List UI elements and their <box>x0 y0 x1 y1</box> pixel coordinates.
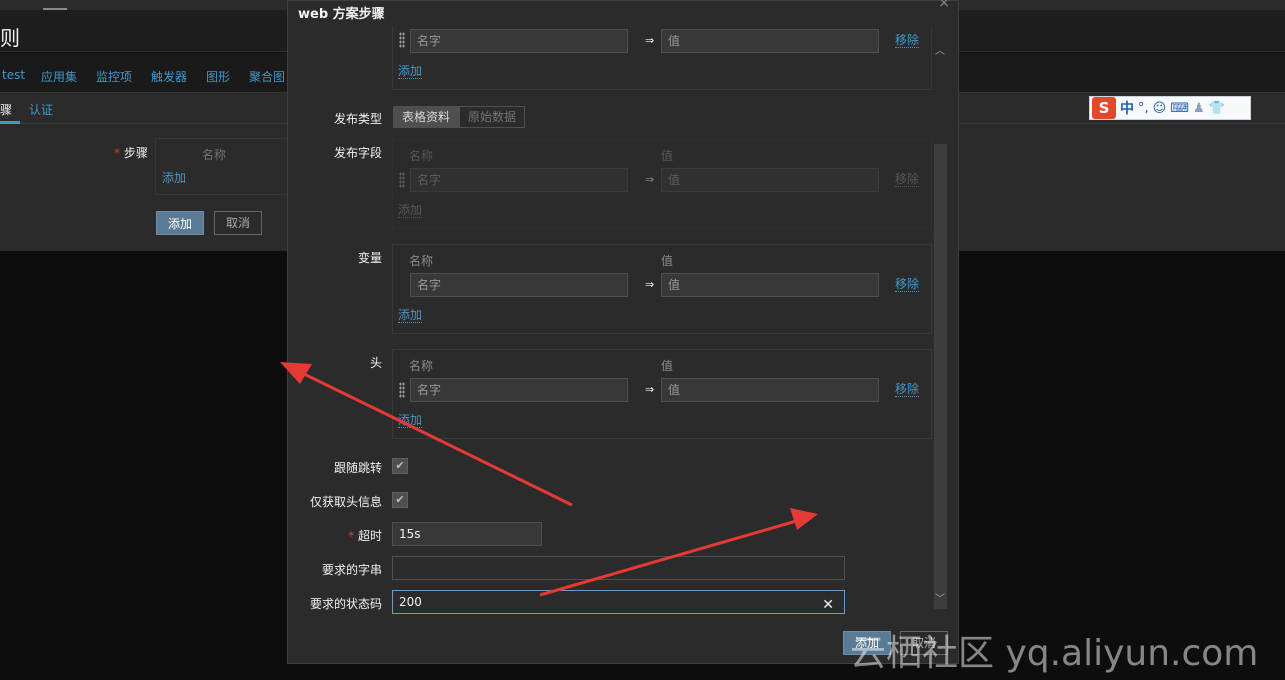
required-mark: * <box>348 529 358 543</box>
query-value-input[interactable]: 值 <box>661 29 879 53</box>
variable-name-input[interactable]: 名字 <box>410 273 628 297</box>
required-string-label: 要求的字串 <box>321 563 382 577</box>
post-type-raw-data[interactable]: 原始数据 <box>459 106 526 128</box>
variables-label: 变量 <box>357 251 382 265</box>
chevron-up-icon[interactable]: ︿ <box>935 42 945 57</box>
post-field-value-placeholder: 值 <box>668 173 681 187</box>
variables-col-name: 名称 <box>409 254 434 268</box>
query-name-placeholder: 名字 <box>417 34 442 48</box>
variable-value-input[interactable]: 值 <box>661 273 879 297</box>
post-field-name-placeholder: 名字 <box>417 173 442 187</box>
post-field-value-input: 值 <box>661 168 879 192</box>
post-field-name-input: 名字 <box>410 168 628 192</box>
required-mark: * <box>114 146 124 160</box>
form-add-button[interactable]: 添加 <box>156 211 204 235</box>
breadcrumb-host[interactable]: test <box>2 68 25 82</box>
breadcrumb-items[interactable]: 监控项 <box>96 68 132 85</box>
steps-add-link[interactable]: 添加 <box>162 169 186 186</box>
header-name-input[interactable]: 名字 <box>410 378 628 402</box>
variables-col-value: 值 <box>661 254 674 268</box>
watermark: 云栖社区 yq.aliyun.com <box>850 633 1259 674</box>
post-fields-col-value: 值 <box>661 149 674 163</box>
arrow-icon: ⇒ <box>645 383 655 396</box>
page-title: 则 <box>0 26 20 50</box>
variable-remove-link[interactable]: 移除 <box>895 277 920 292</box>
headers-table: 名称 值 名字 ⇒ 值 移除 添加 <box>392 349 932 439</box>
post-field-add-link: 添加 <box>398 203 423 218</box>
sogou-logo-icon[interactable]: S <box>1092 97 1116 119</box>
drag-handle-icon[interactable] <box>399 32 405 48</box>
dialog-scrollbar[interactable]: ︿ ﹀ <box>932 32 949 609</box>
timeout-label-text: 超时 <box>357 529 382 543</box>
headers-label: 头 <box>369 356 382 370</box>
post-fields-label: 发布字段 <box>333 146 382 160</box>
breadcrumb-applications[interactable]: 应用集 <box>41 68 77 85</box>
keyboard-icon[interactable]: ⌨ <box>1170 101 1189 116</box>
variable-add-link[interactable]: 添加 <box>398 308 423 323</box>
drag-handle-icon <box>399 172 405 188</box>
timeout-label: * 超时 <box>298 527 382 544</box>
tab-authentication[interactable]: 认证 <box>29 101 53 118</box>
arrow-icon: ⇒ <box>645 34 655 47</box>
retrieve-headers-checkbox[interactable]: ✔ <box>392 492 408 508</box>
variable-name-placeholder: 名字 <box>417 278 442 292</box>
headers-col-name: 名称 <box>409 359 434 373</box>
arrow-icon: ⇒ <box>645 173 655 186</box>
steps-label-text: 步骤 <box>123 146 148 160</box>
header-value-placeholder: 值 <box>668 383 681 397</box>
header-remove-link[interactable]: 移除 <box>895 382 920 397</box>
form-cancel-button[interactable]: 取消 <box>214 211 262 235</box>
tab-steps[interactable]: 骤 <box>0 101 12 118</box>
headers-col-value: 值 <box>661 359 674 373</box>
header-value-input[interactable]: 值 <box>661 378 879 402</box>
required-status-value: 200 <box>399 595 422 609</box>
emoji-icon[interactable]: ☺ <box>1153 101 1167 116</box>
post-type-switch[interactable]: 表格资料 原始数据 <box>393 106 526 128</box>
query-remove-link[interactable]: 移除 <box>895 33 920 48</box>
ime-language-toggle[interactable]: 中 <box>1120 98 1134 118</box>
skin-icon[interactable]: 👕 <box>1209 101 1225 116</box>
steps-label: * 步骤 <box>114 144 148 161</box>
close-icon[interactable]: × <box>938 0 950 11</box>
post-field-remove-link: 移除 <box>895 172 920 187</box>
header-add-link[interactable]: 添加 <box>398 413 423 428</box>
post-type-form-data[interactable]: 表格资料 <box>393 106 460 128</box>
post-fields-table: 名称 值 名字 ⇒ 值 移除 添加 <box>392 139 932 229</box>
punctuation-icon[interactable]: °, <box>1138 101 1149 116</box>
query-name-input[interactable]: 名字 <box>410 29 628 53</box>
query-value-placeholder: 值 <box>668 34 681 48</box>
query-add-link[interactable]: 添加 <box>398 64 423 79</box>
required-string-input[interactable] <box>392 556 845 580</box>
breadcrumb-triggers[interactable]: 触发器 <box>151 68 187 85</box>
ime-toolbar[interactable]: S 中 °, ☺ ⌨ ♟ 👕 <box>1089 96 1251 120</box>
chevron-down-icon[interactable]: ﹀ <box>935 590 945 605</box>
breadcrumb-graphs[interactable]: 图形 <box>206 68 230 85</box>
steps-column-name: 名称 <box>202 148 227 162</box>
follow-redirects-checkbox[interactable]: ✔ <box>392 458 408 474</box>
user-icon[interactable]: ♟ <box>1193 101 1205 116</box>
web-scenario-step-dialog: web 方案步骤 × 名字 ⇒ 值 移除 添加 发布类型 表格资料 原始数据 发… <box>287 0 959 664</box>
post-type-label: 发布类型 <box>333 112 382 126</box>
variables-table: 名称 值 名字 ⇒ 值 移除 添加 <box>392 244 932 334</box>
clear-icon[interactable]: ✕ <box>822 594 834 616</box>
variable-value-placeholder: 值 <box>668 278 681 292</box>
scrollbar-thumb[interactable] <box>934 144 947 609</box>
breadcrumb-screens[interactable]: 聚合图 <box>249 68 285 85</box>
retrieve-headers-label: 仅获取头信息 <box>309 495 382 509</box>
required-status-label: 要求的状态码 <box>309 597 382 611</box>
dialog-title: web 方案步骤 <box>298 7 385 22</box>
arrow-icon: ⇒ <box>645 278 655 291</box>
post-fields-col-name: 名称 <box>409 149 434 163</box>
required-status-input[interactable]: 200 ✕ <box>392 590 845 614</box>
follow-redirects-label: 跟随跳转 <box>333 461 382 475</box>
header-name-placeholder: 名字 <box>417 383 442 397</box>
drag-handle-icon[interactable] <box>399 382 405 398</box>
timeout-input[interactable]: 15s <box>392 522 542 546</box>
